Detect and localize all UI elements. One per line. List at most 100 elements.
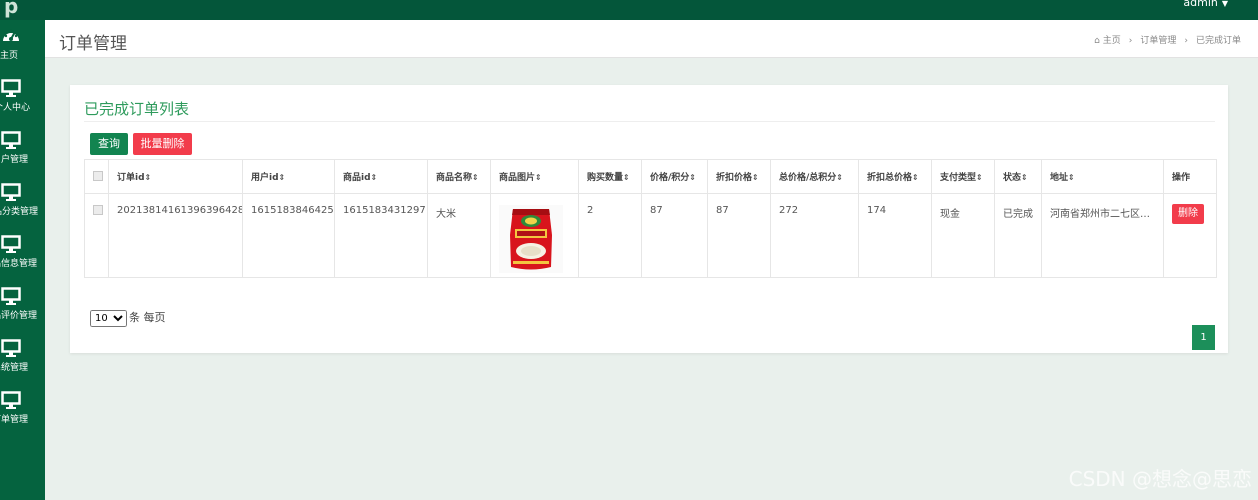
app-logo: p (4, 0, 19, 18)
page-header: 订单管理 ⌂ 主页 › 订单管理 › 已完成订单 (45, 20, 1258, 58)
table-row: 20213814161396396428 1615183846425 16151… (84, 193, 1217, 278)
cell-discount-total: 174 (858, 193, 932, 278)
page-title: 订单管理 (59, 34, 127, 54)
column-header[interactable]: 商品id⇕ (334, 159, 428, 194)
sort-icon: ⇕ (1021, 173, 1028, 182)
column-header[interactable]: 折扣总价格⇕ (858, 159, 932, 194)
column-header[interactable]: 总价格/总积分⇕ (770, 159, 859, 194)
column-header[interactable]: 商品图片⇕ (490, 159, 579, 194)
monitor-icon (1, 287, 21, 305)
orders-table: 订单id⇕ 用户id⇕ 商品id⇕ 商品名称⇕ 商品图片⇕ 购买数量⇕ 价格/积… (84, 159, 1217, 278)
monitor-icon (1, 131, 21, 149)
sort-icon: ⇕ (278, 173, 286, 182)
sort-icon: ⇕ (144, 173, 152, 182)
monitor-icon (1, 339, 21, 357)
breadcrumb-current: 已完成订单 (1195, 36, 1241, 46)
sidebar-item-users[interactable]: 用户管理 (0, 124, 45, 174)
orders-panel: 已完成订单列表 查询 批量删除 订单id⇕ 用户id⇕ 商品id⇕ 商品名称⇕ … (70, 85, 1228, 353)
column-header[interactable]: 支付类型⇕ (931, 159, 995, 194)
column-header[interactable]: 商品名称⇕ (427, 159, 491, 194)
breadcrumb: ⌂ 主页 › 订单管理 › 已完成订单 (1094, 33, 1241, 46)
column-header[interactable]: 地址⇕ (1041, 159, 1164, 194)
sidebar-item-orders[interactable]: 订单管理 (0, 384, 45, 434)
sort-icon: ⇕ (689, 173, 696, 182)
panel-title: 已完成订单列表 (84, 100, 190, 118)
home-icon: ⌂ (1094, 36, 1100, 46)
cell-total-price: 272 (770, 193, 859, 278)
sidebar-item-label: 主页 (0, 51, 19, 61)
sidebar-item-label: 系统管理 (0, 363, 29, 373)
sort-icon: ⇕ (535, 173, 542, 182)
monitor-icon (1, 79, 21, 97)
user-name: admin (1183, 0, 1218, 9)
cell-user-id: 1615183846425 (242, 193, 335, 278)
column-header: 操作 (1163, 159, 1217, 194)
cell-status: 已完成 (994, 193, 1042, 278)
cell-order-id: 20213814161396396428 (108, 193, 243, 278)
select-all-cell (84, 159, 109, 194)
row-delete-button[interactable]: 删除 (1172, 204, 1204, 224)
sidebar-item-label: 个人中心 (0, 103, 31, 113)
breadcrumb-separator: › (1184, 36, 1188, 46)
sidebar-item-categories[interactable]: 商品分类管理 (0, 176, 45, 226)
breadcrumb-orders[interactable]: 订单管理 (1140, 36, 1176, 46)
sidebar-item-profile[interactable]: 个人中心 (0, 72, 45, 122)
cell-product-name: 大米 (427, 193, 491, 278)
sidebar-item-label: 商品评价管理 (0, 311, 38, 321)
monitor-icon (1, 183, 21, 201)
sort-icon: ⇕ (1068, 173, 1075, 182)
top-bar: p admin ▼ (0, 0, 1258, 20)
page-size-control: 10条 每页 (90, 309, 166, 327)
sort-icon: ⇕ (623, 173, 630, 182)
sidebar-item-label: 商品信息管理 (0, 259, 38, 269)
row-checkbox[interactable] (93, 205, 103, 215)
sidebar-item-system[interactable]: 系统管理 (0, 332, 45, 382)
sidebar-item-label: 订单管理 (0, 415, 29, 425)
watermark: CSDN @想念@思恋 (1068, 467, 1252, 491)
cell-action: 删除 (1163, 193, 1217, 278)
cell-product-image (490, 193, 579, 278)
sidebar-item-reviews[interactable]: 商品评价管理 (0, 280, 45, 330)
cell-product-id: 1615183431297 (334, 193, 428, 278)
column-header[interactable]: 用户id⇕ (242, 159, 335, 194)
sidebar-item-home[interactable]: 主页 (0, 20, 45, 70)
page-size-select[interactable]: 10 (90, 310, 127, 327)
cell-quantity: 2 (578, 193, 642, 278)
rice-bag-image (499, 205, 563, 273)
column-header[interactable]: 价格/积分⇕ (641, 159, 708, 194)
sidebar-item-label: 用户管理 (0, 155, 29, 165)
select-all-checkbox[interactable] (93, 171, 103, 182)
per-page-label: 条 每页 (129, 311, 166, 324)
column-header[interactable]: 状态⇕ (994, 159, 1042, 194)
user-menu[interactable]: admin ▼ (1183, 0, 1228, 9)
sidebar-item-products[interactable]: 商品信息管理 (0, 228, 45, 278)
caret-down-icon: ▼ (1221, 0, 1228, 8)
sort-icon: ⇕ (912, 173, 919, 182)
sort-icon: ⇕ (370, 173, 378, 182)
main-content: 订单管理 ⌂ 主页 › 订单管理 › 已完成订单 已完成订单列表 查询 批量删除 订单i… (45, 20, 1258, 500)
table-header-row: 订单id⇕ 用户id⇕ 商品id⇕ 商品名称⇕ 商品图片⇕ 购买数量⇕ 价格/积… (84, 159, 1217, 194)
batch-delete-button[interactable]: 批量删除 (133, 133, 192, 155)
sort-icon: ⇕ (472, 173, 479, 182)
cell-discount-price: 87 (707, 193, 771, 278)
sort-icon: ⇕ (976, 173, 983, 182)
query-button[interactable]: 查询 (90, 133, 128, 155)
sort-icon: ⇕ (752, 173, 759, 182)
row-select-cell (84, 193, 109, 278)
monitor-icon (1, 391, 21, 409)
monitor-icon (1, 235, 21, 253)
sidebar: 主页 个人中心 用户管理 商品分类管理 商品信息管理 商品评价管理 系统管理 订… (0, 20, 45, 500)
column-header[interactable]: 折扣价格⇕ (707, 159, 771, 194)
breadcrumb-separator: › (1128, 36, 1133, 46)
divider (84, 121, 1215, 122)
dashboard-icon (3, 29, 19, 41)
sort-icon: ⇕ (836, 173, 843, 182)
cell-price: 87 (641, 193, 708, 278)
breadcrumb-home[interactable]: 主页 (1103, 36, 1121, 46)
cell-pay-type: 现金 (931, 193, 995, 278)
sidebar-item-label: 商品分类管理 (0, 207, 39, 217)
page-button-1[interactable]: 1 (1192, 325, 1215, 350)
column-header[interactable]: 购买数量⇕ (578, 159, 642, 194)
cell-address: 河南省郑州市二七区解... (1041, 193, 1164, 278)
column-header[interactable]: 订单id⇕ (108, 159, 243, 194)
